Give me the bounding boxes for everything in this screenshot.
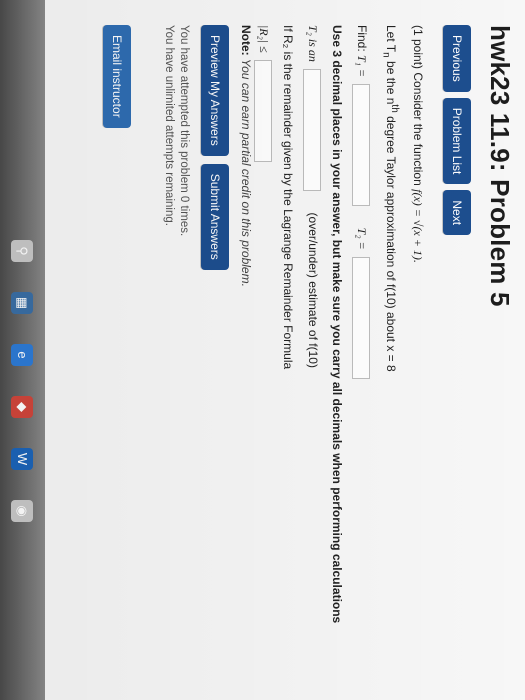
note-text: You can earn partial credit on this prob… — [239, 55, 253, 287]
word-icon[interactable]: W — [11, 448, 34, 470]
file-explorer-icon[interactable]: ▦ — [11, 292, 34, 314]
problem-nav: Previous Problem List Next — [443, 25, 471, 236]
problem-intro: (1 point) Consider the function — [411, 25, 425, 186]
remainder-row: |R₂| ≤ — [254, 25, 273, 685]
problem-intro-row: (1 point) Consider the function f(x) = √… — [409, 25, 427, 685]
attempts-info: You have attempted this problem 0 times.… — [161, 25, 191, 236]
let-sup: th — [389, 104, 400, 113]
let-rest2: degree Taylor approximation of f(10) abo… — [384, 112, 398, 372]
r2-label: |R₂| ≤ — [256, 25, 271, 53]
attempts-line-1: You have attempted this problem 0 times. — [178, 25, 190, 237]
page-title: hwk23 11.9: Problem 5 — [485, 25, 515, 307]
over-under-input[interactable] — [302, 69, 321, 192]
chrome-icon[interactable]: ◉ — [11, 500, 34, 522]
find-label: Find: — [354, 25, 369, 52]
r2-input[interactable] — [254, 60, 273, 163]
browser-icon[interactable]: e — [11, 344, 34, 366]
note-label: Note: — [239, 25, 253, 56]
problem-body: (1 point) Consider the function f(x) = √… — [248, 25, 427, 685]
estimate-text: (over/under) estimate of f(10) — [305, 212, 320, 368]
decimal-instruction: Use 3 decimal places in your answer, but… — [329, 25, 344, 624]
os-taskbar: ⚲ ▦ e ◆ W ◉ — [0, 0, 45, 700]
partial-credit-note: Note: You can earn partial credit on thi… — [239, 25, 253, 287]
search-icon[interactable]: ⚲ — [11, 240, 34, 262]
remainder-text: If R₂ is the remainder given by the Lagr… — [280, 25, 295, 370]
next-button[interactable]: Next — [443, 190, 471, 236]
answer-actions: Preview My Answers Submit Answers — [201, 25, 229, 270]
preview-answers-button[interactable]: Preview My Answers — [201, 25, 229, 156]
webwork-page: hwk23 11.9: Problem 5 Previous Problem L… — [0, 0, 525, 700]
estimate-row: T₂ is an (over/under) estimate of f(10) — [302, 25, 322, 685]
submit-answers-button[interactable]: Submit Answers — [201, 163, 229, 270]
email-area: Email instructor — [103, 25, 131, 128]
email-instructor-button[interactable]: Email instructor — [103, 25, 131, 128]
t1-input[interactable] — [351, 84, 370, 207]
let-rest1: be the n — [384, 57, 398, 105]
t1-label: T₁ = — [354, 55, 369, 77]
t2-input[interactable] — [351, 256, 370, 379]
find-row: Find: T₁ = T₂ = — [351, 25, 371, 685]
problem-list-button[interactable]: Problem List — [443, 97, 471, 185]
function-expression: f(x) = √(x + 1). — [411, 189, 425, 263]
app-icon[interactable]: ◆ — [11, 396, 34, 418]
t2-label: T₂ = — [354, 227, 369, 250]
previous-button[interactable]: Previous — [443, 25, 471, 92]
t2-is-an: T₂ is an — [305, 25, 320, 62]
attempts-line-2: You have unlimited attempts remaining. — [163, 25, 175, 226]
taylor-definition-row: Let Tn be the nth degree Taylor approxim… — [377, 25, 403, 685]
let-text: Let T — [384, 25, 398, 53]
